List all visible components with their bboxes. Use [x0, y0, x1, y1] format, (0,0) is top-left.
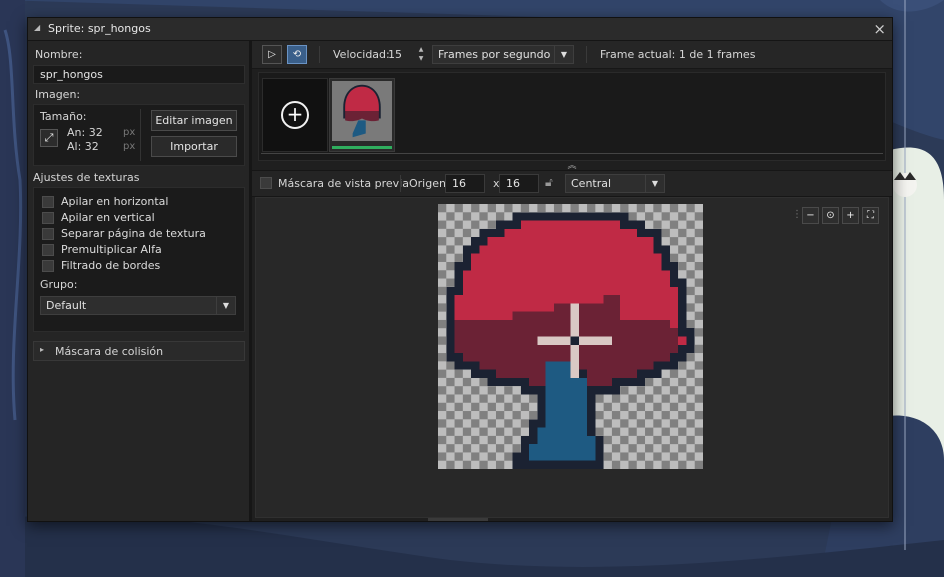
origin-label: Origen:	[409, 177, 450, 190]
window-title: Sprite: spr_hongos	[48, 22, 151, 35]
height-value: Al: 32	[67, 140, 99, 153]
size-label: Tamaño:	[40, 110, 87, 123]
origin-preset-value: Central	[571, 177, 612, 190]
option-label: Separar página de textura	[61, 227, 206, 240]
mushroom-sprite	[438, 204, 703, 469]
expand-arrow-icon: ▸	[40, 345, 45, 354]
option-label: Filtrado de bordes	[61, 259, 161, 272]
option-label: Premultiplicar Alfa	[61, 243, 162, 256]
import-button[interactable]: Importar	[151, 136, 237, 157]
sprite-editor-window: ◢ Sprite: spr_hongos × Nombre: spr_hongo…	[27, 17, 893, 522]
collapse-triangle-icon[interactable]: ◢	[34, 23, 40, 32]
sprite-preview	[438, 204, 703, 469]
zoom-out-icon[interactable]: −	[802, 207, 819, 224]
sprite-workspace: ▷ ⟲ Velocidad: 15 ▲ ▼ Frames por segundo …	[252, 41, 892, 521]
height-unit: px	[123, 141, 136, 152]
speed-unit-value: Frames por segundo	[438, 48, 551, 61]
zoom-tools: ⋮ − ⊙ + ⛶	[792, 207, 879, 225]
grip-icon: ⋮	[792, 209, 802, 220]
image-label: Imagen:	[35, 88, 81, 101]
chevron-down-icon: ▼	[554, 46, 573, 63]
zoom-reset-icon[interactable]: ⊙	[822, 207, 839, 224]
width-unit: px	[123, 127, 136, 138]
origin-x-input[interactable]: 16	[445, 174, 485, 193]
collision-mask-section[interactable]: ▸ Máscara de colisión	[33, 341, 245, 361]
speed-value[interactable]: 15	[388, 48, 402, 61]
add-frame-button[interactable]: +	[262, 78, 328, 152]
lock-icon[interactable]: 🔓︎	[545, 175, 557, 191]
checkbox[interactable]	[42, 212, 54, 224]
collision-mask-label: Máscara de colisión	[55, 345, 164, 358]
width-value: An: 32	[67, 126, 103, 139]
preview-mask-label: Máscara de vista previa	[278, 177, 409, 190]
origin-toolbar: Máscara de vista previa Origen: 16 x 16 …	[252, 170, 892, 197]
chevron-up-double-icon[interactable]: ︽	[252, 162, 892, 171]
close-icon[interactable]: ×	[873, 20, 886, 38]
preview-mask-checkbox[interactable]	[260, 177, 272, 189]
image-size-box: Tamaño: ⤢ An: 32 Al: 32 px px Editar ima…	[33, 104, 245, 166]
window-titlebar[interactable]: ◢ Sprite: spr_hongos ×	[28, 18, 892, 41]
play-icon[interactable]: ▷	[262, 45, 282, 64]
mushroom-thumbnail-icon	[332, 81, 392, 141]
checkbox[interactable]	[42, 196, 54, 208]
chevron-down-icon: ▼	[216, 297, 235, 314]
checkbox[interactable]	[42, 228, 54, 240]
edit-image-button[interactable]: Editar imagen	[151, 110, 237, 131]
frame-thumbnail[interactable]	[329, 78, 395, 152]
texture-settings-box: Apilar en horizontal Apilar en vertical …	[33, 187, 245, 332]
origin-preset-select[interactable]: Central ▼	[565, 174, 665, 193]
option-label: Apilar en horizontal	[61, 195, 169, 208]
current-frame-label: Frame actual: 1 de 1 frames	[600, 48, 756, 61]
frame-strip: +	[258, 72, 886, 161]
loop-icon[interactable]: ⟲	[287, 45, 307, 64]
properties-panel: Nombre: spr_hongos Imagen: Tamaño: ⤢ An:…	[28, 41, 249, 521]
checkbox[interactable]	[42, 244, 54, 256]
option-label: Apilar en vertical	[61, 211, 155, 224]
plus-circle-icon: +	[281, 101, 309, 129]
frame-selected-bar	[332, 146, 392, 149]
group-label: Grupo:	[40, 278, 78, 291]
playback-toolbar: ▷ ⟲ Velocidad: 15 ▲ ▼ Frames por segundo …	[252, 41, 892, 69]
zoom-in-icon[interactable]: +	[842, 207, 859, 224]
group-select-value: Default	[46, 299, 87, 312]
speed-label: Velocidad:	[333, 48, 390, 61]
sprite-canvas[interactable]: ⋮ − ⊙ + ⛶	[255, 197, 889, 518]
speed-stepper[interactable]: ▲ ▼	[416, 45, 426, 64]
name-label: Nombre:	[35, 48, 83, 61]
speed-unit-select[interactable]: Frames por segundo ▼	[432, 45, 574, 64]
timeline-ruler	[261, 153, 883, 158]
resize-icon[interactable]: ⤢	[40, 129, 58, 147]
texture-settings-label: Ajustes de texturas	[33, 171, 140, 184]
resize-grip[interactable]	[428, 518, 488, 521]
checkbox[interactable]	[42, 260, 54, 272]
group-select[interactable]: Default ▼	[40, 296, 236, 315]
sprite-name-input[interactable]: spr_hongos	[33, 65, 245, 84]
chevron-down-icon: ▼	[645, 175, 664, 192]
origin-y-input[interactable]: 16	[499, 174, 539, 193]
fit-screen-icon[interactable]: ⛶	[862, 207, 879, 224]
